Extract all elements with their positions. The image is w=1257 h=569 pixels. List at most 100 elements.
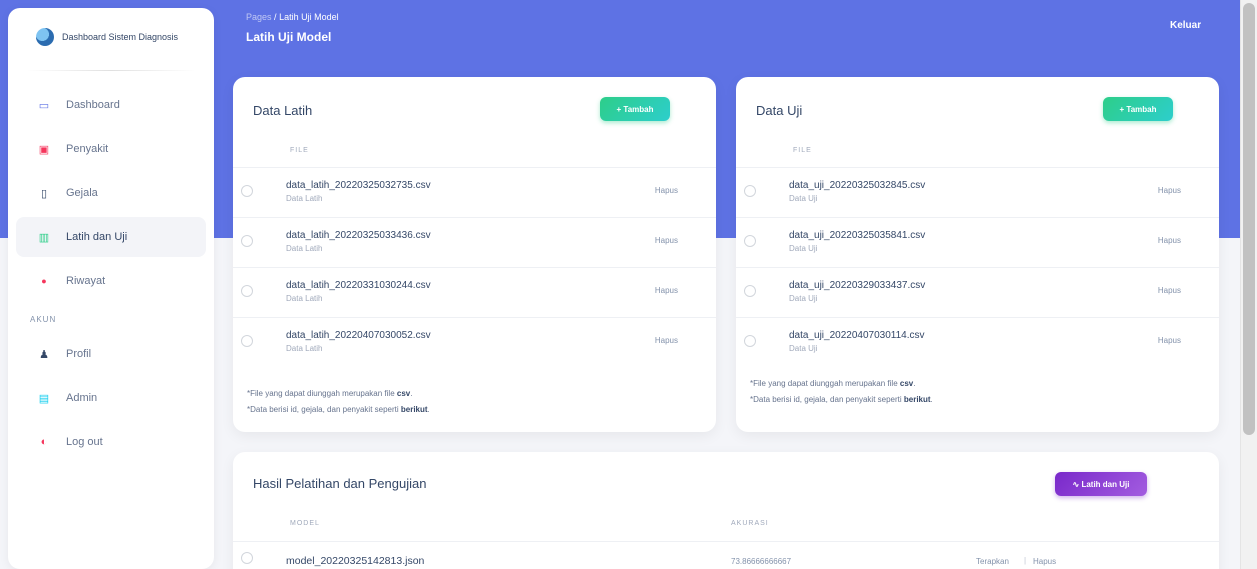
note-text: *Data berisi id, gejala, dan penyakit se… [247,405,401,414]
column-header-file: FILE [793,147,812,154]
sidebar-item-dashboard[interactable]: ▭ Dashboard [16,85,206,125]
note-text: . [427,405,430,414]
logout-link[interactable]: Keluar [1170,20,1201,31]
card-title: Data Uji [756,103,803,118]
table-row: data_latih_20220331030244.csv Data Latih… [233,267,716,317]
table-row: data_latih_20220325032735.csv Data Latih… [233,167,716,217]
user-icon: ♟ [39,348,49,361]
row-checkbox[interactable] [241,552,253,564]
virus-icon: ▣ [38,143,50,156]
admin-icon: ▤ [38,392,50,405]
hasil-card: Hasil Pelatihan dan Pengujian ∿ Latih da… [233,452,1219,569]
table-row: data_latih_20220407030052.csv Data Latih… [233,317,716,367]
delete-link[interactable]: Hapus [655,336,678,345]
sidebar-item-label: Dashboard [66,99,120,111]
brand-logo-icon [36,28,54,46]
column-header-model: MODEL [290,520,320,527]
upload-note-content: *Data berisi id, gejala, dan penyakit se… [247,405,430,414]
action-separator: | [1024,556,1027,565]
file-name: data_latih_20220331030244.csv [286,280,431,291]
sidebar-item-label: Gejala [66,187,98,199]
data-latih-card: Data Latih + Tambah FILE data_latih_2022… [233,77,716,432]
note-text: . [913,379,916,388]
sidebar-section-akun: AKUN [30,315,57,324]
sidebar-item-logout[interactable]: ◐ Log out [16,422,206,462]
note-emphasis: csv [396,389,411,398]
row-checkbox[interactable] [241,285,253,297]
file-type: Data Latih [286,294,323,303]
upload-note-content: *Data berisi id, gejala, dan penyakit se… [750,395,933,404]
sidebar-item-gejala[interactable]: ▯ Gejala [16,173,206,213]
delete-link[interactable]: Hapus [1158,186,1181,195]
row-checkbox[interactable] [241,235,253,247]
file-type: Data Uji [789,344,818,353]
column-header-akurasi: AKURASI [731,520,769,527]
upload-note-format: *File yang dapat diunggah merupakan file… [247,389,412,398]
brand[interactable]: Dashboard Sistem Diagnosis [8,8,214,66]
sidebar: Dashboard Sistem Diagnosis ▭ Dashboard ▣… [8,8,214,569]
delete-link[interactable]: Hapus [1158,236,1181,245]
table-row: data_uji_20220325032845.csv Data Uji Hap… [736,167,1219,217]
breadcrumb: Pages / Latih Uji Model [246,12,339,22]
example-link[interactable]: berikut [401,405,428,414]
file-type: Data Latih [286,244,323,253]
data-latih-table: data_latih_20220325032735.csv Data Latih… [233,167,716,367]
row-checkbox[interactable] [744,335,756,347]
row-checkbox[interactable] [241,185,253,197]
sidebar-item-riwayat[interactable]: ● Riwayat [16,261,206,301]
row-checkbox[interactable] [744,185,756,197]
file-name: data_latih_20220407030052.csv [286,330,431,341]
data-uji-table: data_uji_20220325032845.csv Data Uji Hap… [736,167,1219,367]
add-data-uji-button[interactable]: + Tambah [1103,97,1173,121]
file-name: data_latih_20220325032735.csv [286,180,431,191]
delete-link[interactable]: Hapus [655,286,678,295]
logout-icon: ◐ [40,436,48,448]
train-test-button[interactable]: ∿ Latih dan Uji [1055,472,1147,496]
delete-link[interactable]: Hapus [655,236,678,245]
hasil-table: model_20220325142813.json 73.86666666667… [233,541,1219,569]
card-title: Hasil Pelatihan dan Pengujian [253,476,427,491]
brand-title: Dashboard Sistem Diagnosis [62,32,179,42]
accuracy-value: 73.86666666667 [731,557,792,566]
delete-link[interactable]: Hapus [1033,557,1056,566]
scrollbar[interactable] [1240,0,1257,569]
model-name: model_20220325142813.json [286,555,425,567]
delete-link[interactable]: Hapus [655,186,678,195]
apply-link[interactable]: Terapkan [976,557,1009,566]
sidebar-item-label: Admin [66,392,98,404]
row-checkbox[interactable] [744,285,756,297]
breadcrumb-pages-link[interactable]: Pages [246,12,272,22]
row-checkbox[interactable] [241,335,253,347]
note-text: *Data berisi id, gejala, dan penyakit se… [750,395,904,404]
scrollbar-thumb[interactable] [1243,3,1255,435]
delete-link[interactable]: Hapus [1158,286,1181,295]
table-row: data_latih_20220325033436.csv Data Latih… [233,217,716,267]
sidebar-item-admin[interactable]: ▤ Admin [16,378,206,418]
file-name: data_uji_20220325032845.csv [789,180,926,191]
note-text: . [410,389,413,398]
sidebar-item-latih-dan-uji[interactable]: ▥ Latih dan Uji [16,217,206,257]
note-text: . [930,395,933,404]
sidebar-item-penyakit[interactable]: ▣ Penyakit [16,129,206,169]
sidebar-item-profil[interactable]: ♟ Profil [16,334,206,374]
sidebar-account-nav: ♟ Profil ▤ Admin ◐ Log out [8,334,214,462]
data-uji-card: Data Uji + Tambah FILE data_uji_20220325… [736,77,1219,432]
divider [26,70,196,71]
table-row: data_uji_20220329033437.csv Data Uji Hap… [736,267,1219,317]
page-title: Latih Uji Model [246,30,332,44]
add-data-latih-button[interactable]: + Tambah [600,97,670,121]
row-checkbox[interactable] [744,235,756,247]
note-text: *File yang dapat diunggah merupakan file [750,379,900,388]
upload-note-format: *File yang dapat diunggah merupakan file… [750,379,915,388]
note-text: *File yang dapat diunggah merupakan file [247,389,397,398]
file-name: data_latih_20220325033436.csv [286,230,431,241]
file-type: Data Uji [789,294,818,303]
sidebar-item-label: Log out [66,436,103,448]
example-link[interactable]: berikut [904,395,931,404]
delete-link[interactable]: Hapus [1158,336,1181,345]
card-title: Data Latih [253,103,313,118]
file-type: Data Uji [789,194,818,203]
file-name: data_uji_20220329033437.csv [789,280,926,291]
note-emphasis: csv [899,379,914,388]
clipboard-icon: ▯ [40,187,48,200]
